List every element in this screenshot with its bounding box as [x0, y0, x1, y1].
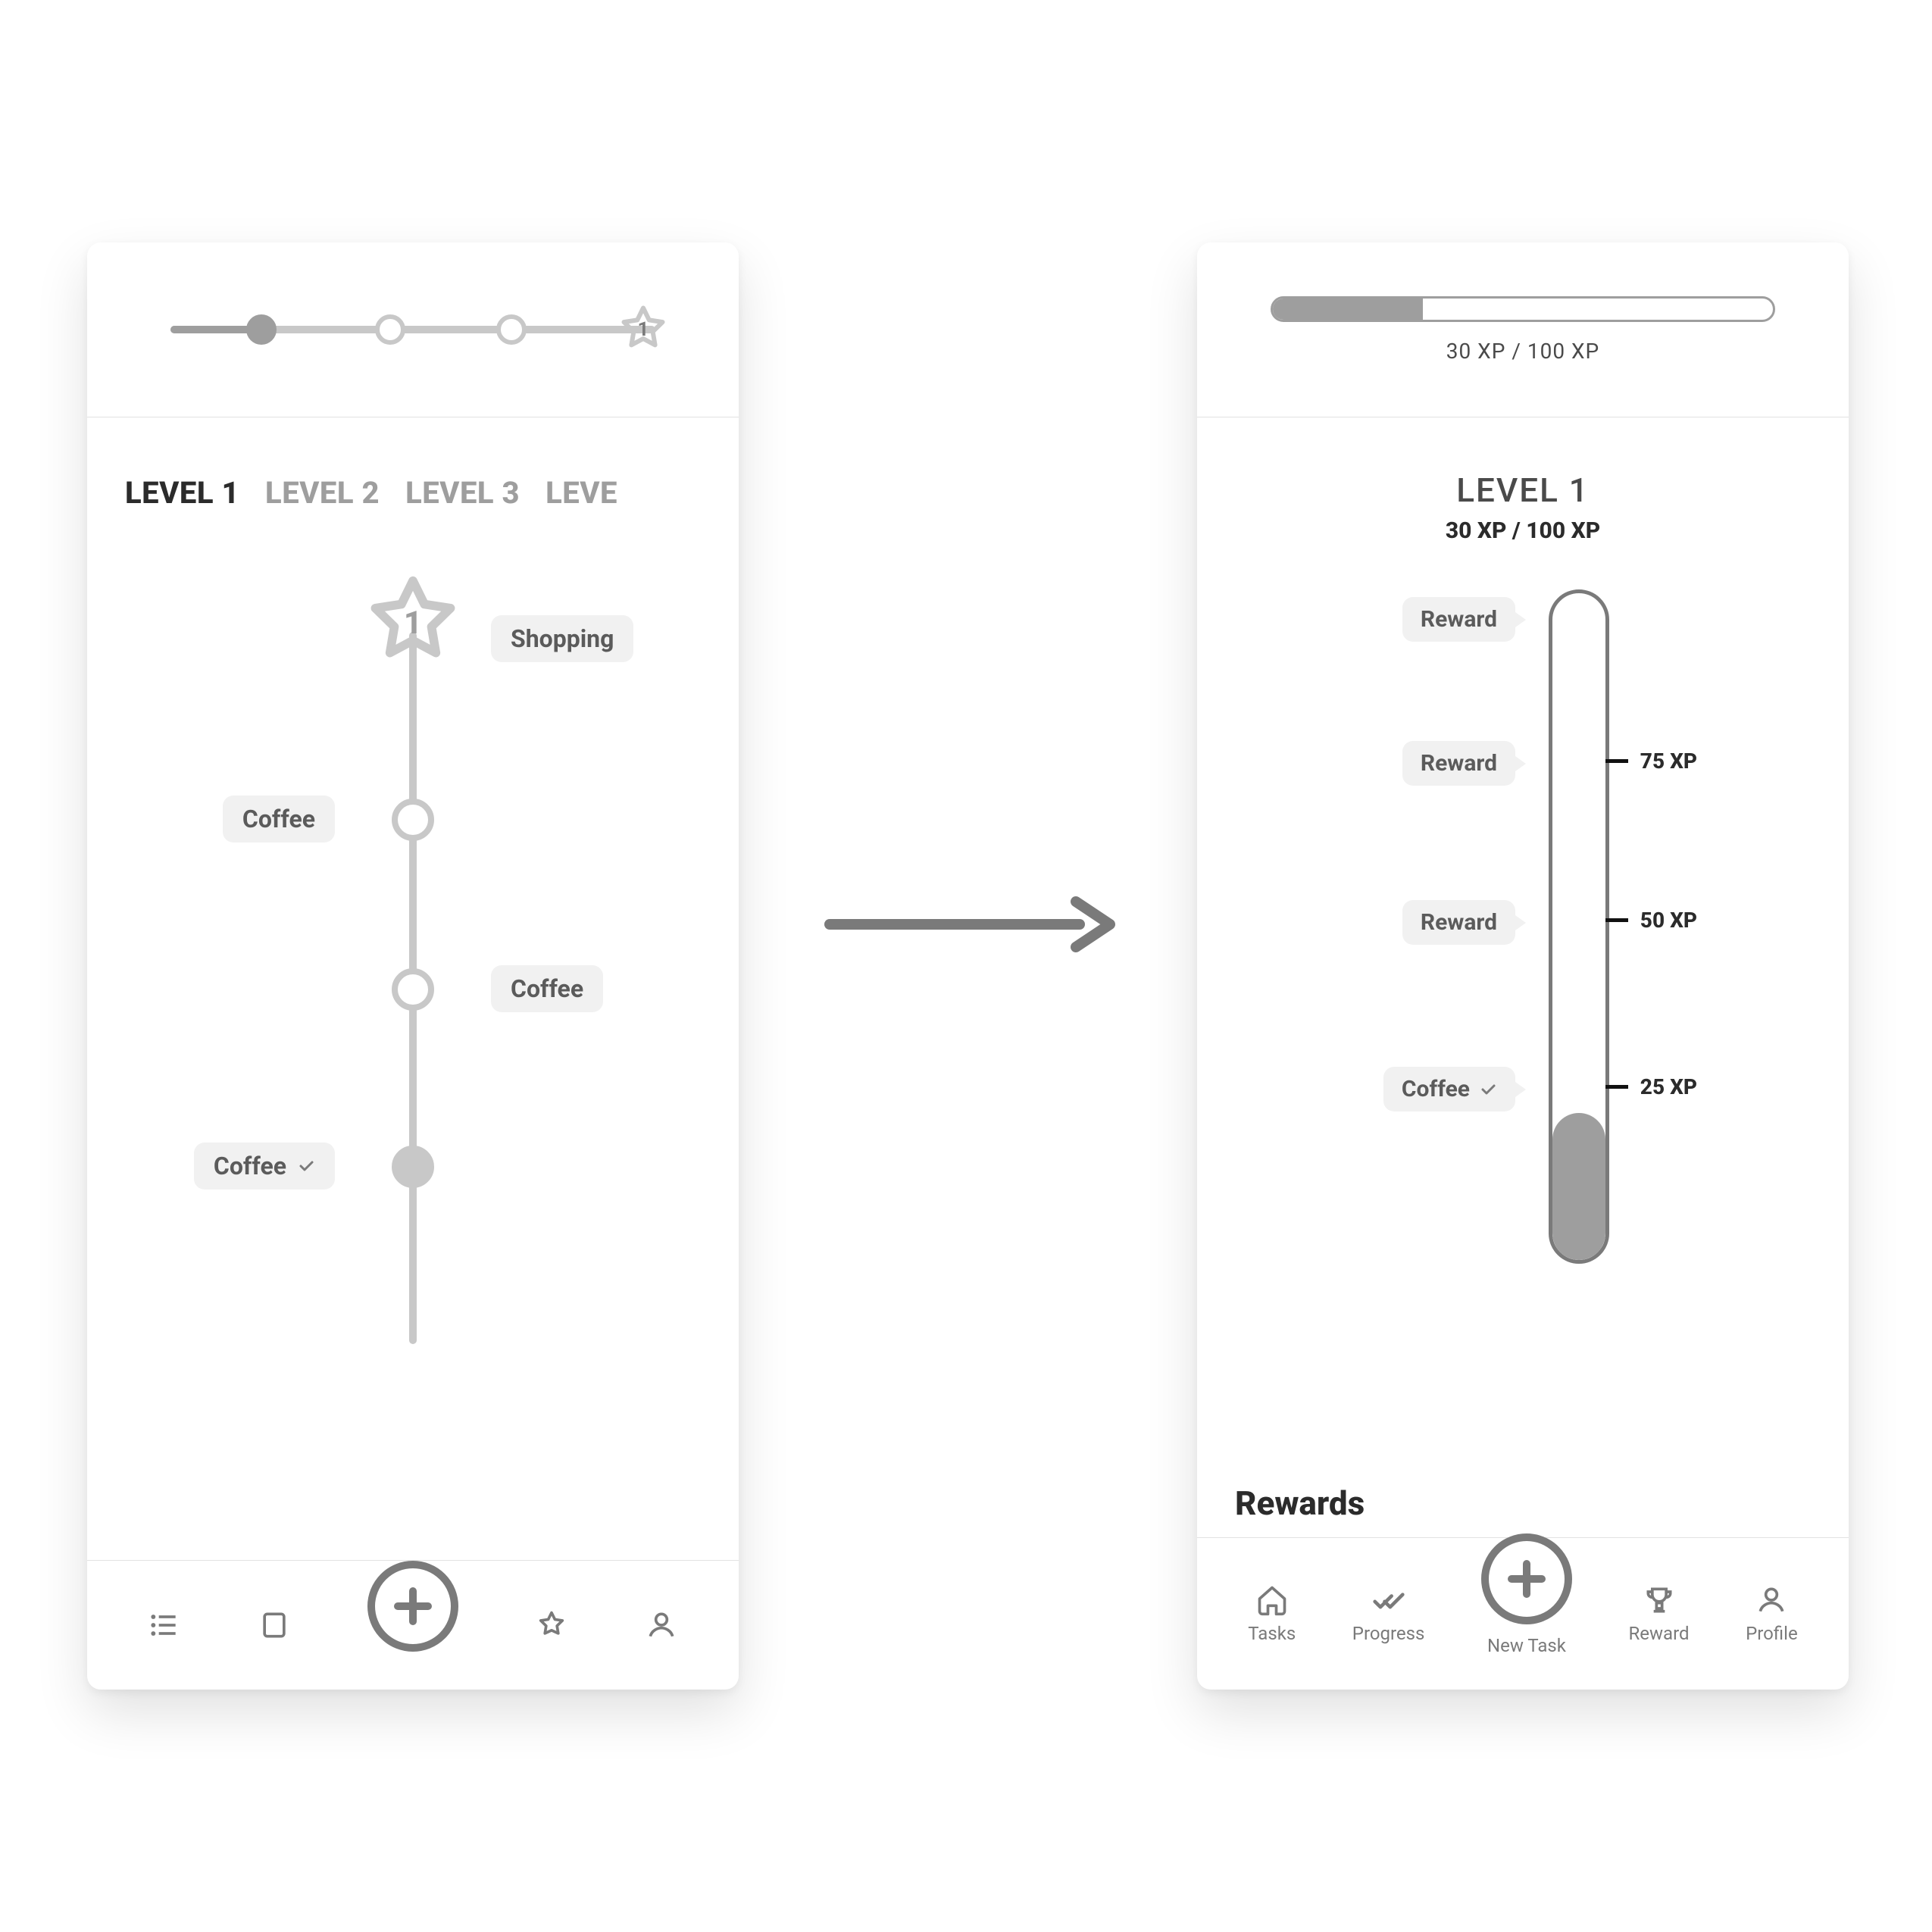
tabbar-progress[interactable] [258, 1608, 291, 1642]
tabbar-tasks[interactable]: Tasks [1248, 1583, 1296, 1644]
reward-pill-label: Coffee [511, 974, 583, 1003]
header-xp: 30 XP / 100 XP [1197, 242, 1849, 417]
tabbar-label: Reward [1628, 1623, 1689, 1644]
pill-arrow-icon [1515, 612, 1526, 627]
plus-icon [1504, 1556, 1549, 1602]
tick-mark [1605, 1085, 1628, 1089]
user-icon [645, 1608, 678, 1642]
reward-pill-coffee-done[interactable]: Coffee [194, 1143, 335, 1190]
reward-pill-label: Reward [1421, 606, 1497, 633]
path-node-3[interactable] [392, 1146, 434, 1188]
tabbar-new-task-fab[interactable] [367, 1561, 458, 1652]
path-goal-star: 1 [360, 570, 466, 676]
step-goal-star-label: 1 [638, 318, 649, 341]
xp-tick-75: 75 XP [1605, 749, 1697, 774]
reward-pill-label: Reward [1421, 750, 1497, 777]
check-icon [1479, 1080, 1497, 1099]
reward-pill-coffee-1[interactable]: Coffee [223, 796, 335, 843]
tick-mark [1605, 759, 1628, 763]
flow-arrow-icon [822, 890, 1118, 958]
bottom-tabbar: Tasks Progress New Task Reward [1197, 1537, 1849, 1690]
book-icon [258, 1608, 291, 1642]
tabbar-reward[interactable] [535, 1608, 568, 1642]
step-dot-3[interactable] [496, 314, 527, 345]
path-node-2[interactable] [392, 968, 434, 1011]
xp-caption: 30 XP / 100 XP [1446, 339, 1599, 364]
step-dot-1[interactable] [246, 314, 277, 345]
xp-progress-fill [1273, 299, 1423, 320]
level-title: LEVEL 1 [1197, 470, 1849, 510]
pill-arrow-icon [1515, 915, 1526, 930]
header-progress-strip: 1 [87, 242, 739, 417]
reward-pill-label: Shopping [511, 624, 614, 653]
tick-mark [1605, 918, 1628, 922]
reward-pill-label: Coffee [1402, 1076, 1470, 1102]
reward-pill-100[interactable]: Reward [1402, 597, 1515, 642]
tabbar-profile[interactable] [645, 1608, 678, 1642]
xp-tick-25: 25 XP [1605, 1074, 1697, 1099]
xp-tick-50: 50 XP [1605, 908, 1697, 933]
tabbar-profile[interactable]: Profile [1746, 1583, 1798, 1644]
reward-pill-coffee-2[interactable]: Coffee [491, 965, 603, 1012]
reward-pill-shopping[interactable]: Shopping [491, 615, 633, 662]
tabbar-label: Profile [1746, 1623, 1798, 1644]
pill-arrow-icon [1515, 1082, 1526, 1097]
tabbar-label: New Task [1487, 1635, 1566, 1656]
tick-label: 50 XP [1640, 908, 1697, 933]
double-check-icon [1372, 1583, 1405, 1617]
rewards-section-heading: Rewards [1235, 1483, 1365, 1523]
screen-b: 30 XP / 100 XP LEVEL 1 30 XP / 100 XP 75… [1197, 242, 1849, 1690]
path-goal-star-label: 1 [404, 605, 422, 642]
reward-pill-25-done[interactable]: Coffee [1383, 1067, 1515, 1111]
step-dot-2[interactable] [375, 314, 405, 345]
tabbar-progress[interactable]: Progress [1352, 1583, 1425, 1644]
tabbar-tasks[interactable] [148, 1608, 181, 1642]
level-tabs: LEVEL 1 LEVEL 2 LEVEL 3 LEVE [87, 417, 739, 511]
tabbar-reward[interactable]: Reward [1628, 1583, 1689, 1644]
reward-pill-75[interactable]: Reward [1402, 741, 1515, 786]
xp-tube [1549, 589, 1609, 1264]
user-icon [1755, 1583, 1788, 1617]
reward-pill-50[interactable]: Reward [1402, 900, 1515, 945]
bottom-tabbar [87, 1560, 739, 1690]
xp-tube-fill [1552, 1113, 1605, 1260]
tab-level-2[interactable]: LEVEL 2 [265, 475, 380, 511]
tick-label: 25 XP [1640, 1074, 1697, 1099]
pill-arrow-icon [1515, 756, 1526, 771]
list-icon [148, 1608, 181, 1642]
path-node-1[interactable] [392, 799, 434, 841]
check-icon [297, 1157, 315, 1175]
level-heading: LEVEL 1 30 XP / 100 XP [1197, 470, 1849, 544]
tab-level-3[interactable]: LEVEL 3 [405, 475, 520, 511]
tabbar-label: Progress [1352, 1623, 1425, 1644]
tab-level-1[interactable]: LEVEL 1 [125, 475, 239, 511]
reward-pill-label: Coffee [214, 1152, 286, 1180]
tabbar-label: Tasks [1248, 1623, 1296, 1644]
xp-progress-bar [1271, 296, 1775, 322]
tabbar-new-task-fab[interactable] [1481, 1533, 1572, 1624]
xp-tube-area: 75 XP 50 XP 25 XP Reward Reward Reward C… [1197, 574, 1849, 1302]
reward-pill-label: Reward [1421, 909, 1497, 936]
screen-a: 1 LEVEL 1 LEVEL 2 LEVEL 3 LEVE 1 Shoppin… [87, 242, 739, 1690]
trophy-icon [1643, 1583, 1676, 1617]
tabbar-new-task[interactable]: New Task [1481, 1571, 1572, 1656]
reward-pill-label: Coffee [242, 805, 315, 833]
star-outline-icon [535, 1608, 568, 1642]
tab-level-4[interactable]: LEVE [546, 475, 617, 511]
level-step-strip: 1 [170, 309, 655, 350]
tick-label: 75 XP [1640, 749, 1697, 774]
home-icon [1255, 1583, 1289, 1617]
reward-path: 1 Shopping Coffee Coffee Coffee [87, 556, 739, 1435]
step-goal-star: 1 [616, 302, 671, 357]
plus-icon [390, 1583, 436, 1629]
level-subtitle: 30 XP / 100 XP [1197, 517, 1849, 544]
